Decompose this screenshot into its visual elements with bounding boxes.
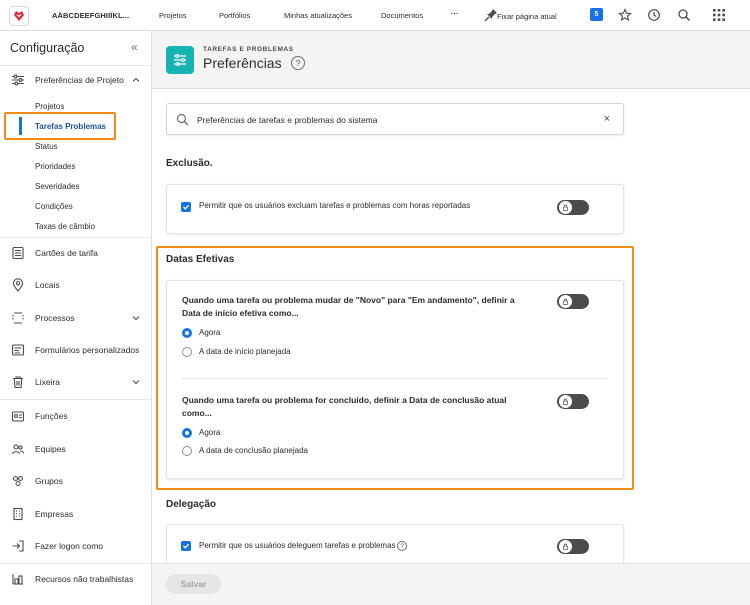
sidebar-item-label: Fazer logon como — [35, 541, 104, 551]
history-icon[interactable] — [647, 8, 661, 22]
sidebar-item-recursos-nao-trabalhistas[interactable]: Recursos não trabalhistas — [0, 565, 152, 593]
sidebar-item-label: Lixeira — [35, 377, 61, 387]
sidebar-item-label: Preferências de Projeto — [35, 75, 124, 85]
apps-grid-icon[interactable] — [712, 8, 726, 22]
process-icon — [11, 311, 25, 325]
team-icon — [11, 442, 25, 456]
sidebar-subitem-prioridades[interactable]: Prioridades — [35, 162, 75, 171]
sidebar-subitem-condicoes[interactable]: Condições — [35, 202, 73, 211]
sidebar-item-fazer-logon-como[interactable]: Fazer logon como — [0, 532, 152, 560]
sidebar-subitem-status[interactable]: Status — [35, 142, 58, 151]
sidebar-item-equipes[interactable]: Equipes — [0, 435, 152, 463]
sidebar-subitem-taxas-de-cambio[interactable]: Taxas de câmbio — [35, 222, 95, 231]
save-button[interactable]: Salvar — [166, 574, 221, 594]
search-input-value[interactable]: Preferências de tarefas e problemas do s… — [197, 115, 377, 125]
trash-icon — [11, 375, 25, 389]
sliders-icon — [11, 73, 25, 87]
sidebar-item-processos[interactable]: Processos — [0, 304, 152, 332]
collapse-sidebar-button[interactable]: « — [131, 40, 138, 54]
annotation-highlight-datas-efetivas — [156, 246, 634, 490]
sidebar-item-label: Locais — [35, 280, 60, 290]
sidebar-item-label: Formulários personalizados — [35, 345, 140, 355]
top-navigation-bar: AÄBCDEEFGHIIÏKL... Projetos Portfólios M… — [0, 0, 750, 31]
sidebar-item-lixeira[interactable]: Lixeira — [0, 368, 152, 396]
app-logo-icon[interactable] — [9, 6, 29, 26]
notifications-badge[interactable]: 5 — [590, 8, 603, 21]
help-icon[interactable]: ? — [291, 56, 305, 70]
groups-icon — [11, 474, 25, 488]
search-icon — [176, 113, 189, 126]
sidebar-item-preferencias-de-projeto[interactable]: Preferências de Projeto — [0, 66, 152, 94]
section-heading-exclusao: Exclusão. — [166, 158, 213, 169]
sidebar-item-empresas[interactable]: Empresas — [0, 500, 152, 528]
nav-more-menu[interactable]: ··· — [451, 9, 459, 18]
chevron-down-icon[interactable] — [131, 313, 141, 323]
page-title: Preferências — [203, 55, 282, 71]
roles-icon — [11, 409, 25, 423]
sidebar-item-formularios-personalizados[interactable]: Formulários personalizados — [0, 336, 152, 364]
sidebar-item-label: Funções — [35, 411, 68, 421]
sidebar-subitem-projetos[interactable]: Projetos — [35, 102, 64, 111]
sidebar-item-label: Cartões de tarifa — [35, 248, 98, 258]
section-heading-delegacao: Delegação — [166, 499, 217, 510]
location-icon — [11, 278, 25, 292]
sidebar-item-funcoes[interactable]: Funções — [0, 402, 152, 430]
page-eyebrow: TAREFAS E PROBLEMAS — [203, 46, 294, 53]
building-icon — [11, 507, 25, 521]
sidebar-item-label: Equipes — [35, 444, 66, 454]
form-icon — [11, 343, 25, 357]
allow-delegate-label: Permitir que os usuários deleguem tarefa… — [199, 541, 396, 550]
organization-name[interactable]: AÄBCDEEFGHIIÏKL... — [52, 11, 129, 20]
pin-icon — [484, 8, 497, 24]
sidebar-item-label: Recursos não trabalhistas — [35, 574, 134, 584]
sidebar-divider — [0, 563, 152, 564]
lock-icon — [559, 540, 572, 553]
sidebar-divider — [0, 237, 152, 238]
tasks-issues-icon — [166, 46, 194, 74]
login-icon — [11, 539, 25, 553]
lock-icon — [559, 201, 572, 214]
info-icon[interactable]: ? — [397, 541, 407, 551]
pin-current-page-button[interactable]: Fixar página atual — [484, 8, 557, 24]
nav-portfolios[interactable]: Portfólios — [219, 11, 250, 20]
list-icon — [11, 246, 25, 260]
nav-minhas-atualizacoes[interactable]: Minhas atualizações — [284, 11, 352, 20]
nav-projetos[interactable]: Projetos — [159, 11, 187, 20]
sidebar-item-locais[interactable]: Locais — [0, 271, 152, 299]
sidebar-subitem-severidades[interactable]: Severidades — [35, 182, 79, 191]
chevron-up-icon[interactable] — [131, 75, 141, 85]
search-icon[interactable] — [677, 8, 691, 22]
sidebar-item-label: Processos — [35, 313, 75, 323]
nav-documentos[interactable]: Documentos — [381, 11, 423, 20]
sidebar-item-label: Grupos — [35, 476, 63, 486]
sidebar-divider — [0, 399, 152, 400]
lock-toggle-delegacao[interactable] — [557, 539, 589, 554]
pin-label: Fixar página atual — [497, 11, 557, 21]
annotation-highlight-sidebar — [4, 112, 116, 140]
sidebar-item-label: Empresas — [35, 509, 74, 519]
sidebar-item-cartoes-de-tarifa[interactable]: Cartões de tarifa — [0, 239, 152, 267]
footer-bar — [152, 563, 750, 605]
clear-search-icon[interactable]: × — [604, 113, 610, 125]
allow-delete-label: Permitir que os usuários excluam tarefas… — [199, 201, 471, 210]
allow-delegate-checkbox[interactable] — [181, 541, 191, 551]
preferences-search-field[interactable]: Preferências de tarefas e problemas do s… — [166, 103, 624, 135]
chevron-down-icon[interactable] — [131, 377, 141, 387]
lock-toggle-exclusao[interactable] — [557, 200, 589, 215]
allow-delete-checkbox[interactable] — [181, 202, 191, 212]
sidebar-item-grupos[interactable]: Grupos — [0, 467, 152, 495]
sidebar-title: Configuração — [10, 41, 85, 55]
resources-icon — [11, 572, 25, 586]
star-icon[interactable] — [618, 8, 632, 22]
